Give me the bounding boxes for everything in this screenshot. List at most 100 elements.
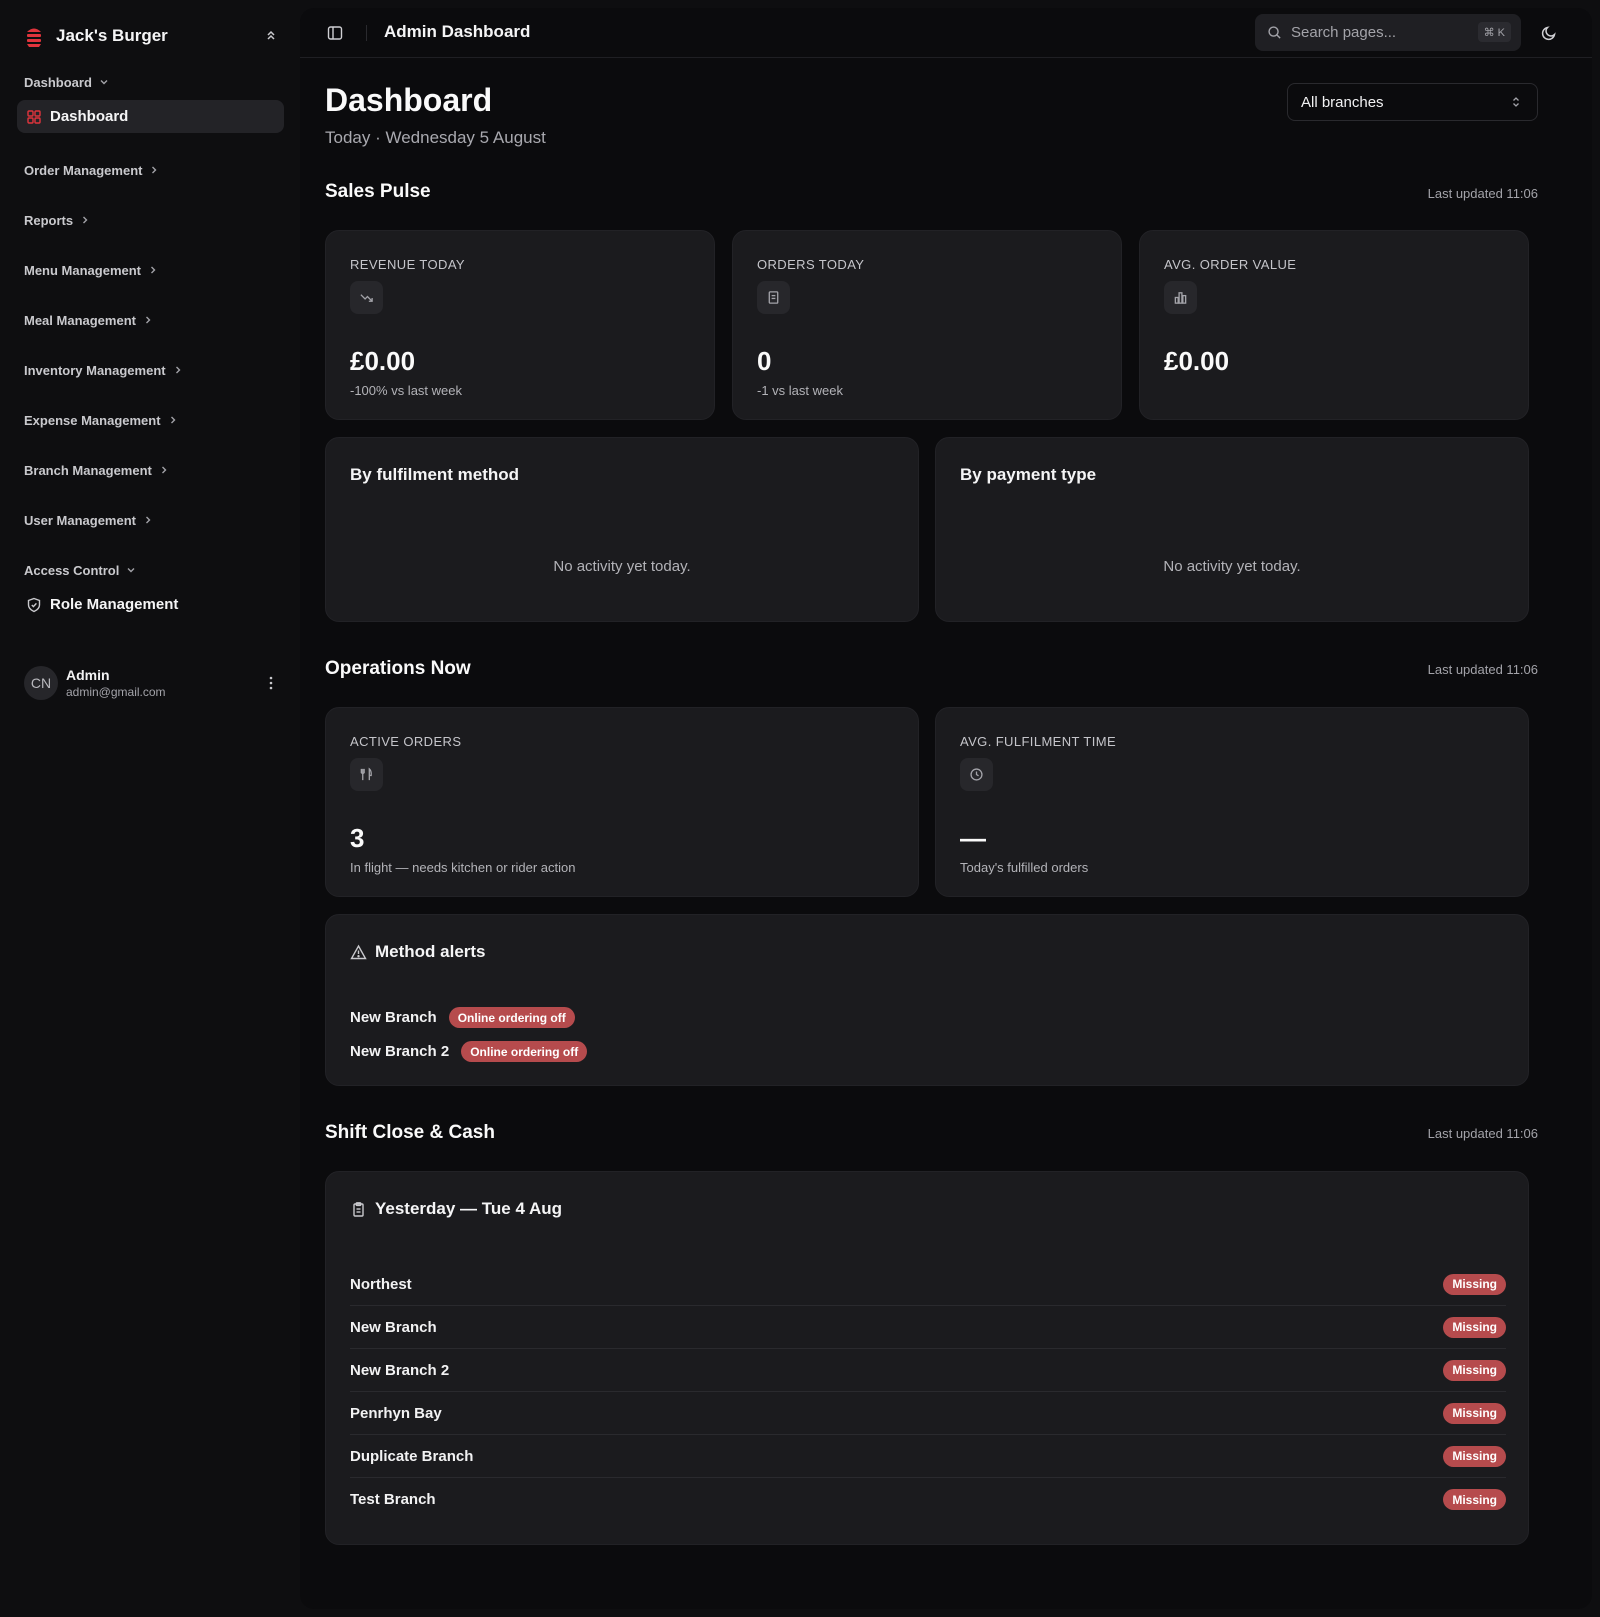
chevron-down-icon	[100, 80, 108, 85]
last-updated: Last updated 11:06	[1427, 186, 1538, 201]
shield-icon	[27, 597, 41, 612]
branch-name: New Branch 2	[350, 1361, 450, 1379]
chevrons-up-icon[interactable]	[263, 28, 279, 44]
brand-name: Jack's Burger	[56, 26, 168, 45]
card-title: By fulfilment method	[350, 465, 520, 484]
stat-icon-box	[960, 758, 993, 791]
user-name: Admin	[66, 667, 110, 683]
stat-card-orders: ORDERS TODAY 0 -1 vs last week	[732, 230, 1122, 420]
status-badge: Missing	[1443, 1402, 1506, 1424]
card-header: Method alerts	[350, 942, 486, 962]
stat-label: AVG. ORDER VALUE	[1164, 257, 1297, 272]
sidebar-item-label: Role Management	[50, 596, 179, 613]
card-title: Yesterday — Tue 4 Aug	[375, 1199, 563, 1218]
nav-group-meal-management[interactable]: Meal Management	[24, 310, 154, 330]
alert-row: New Branch 2 Online ordering off	[350, 1041, 588, 1062]
stat-value: 3	[350, 823, 365, 853]
section-title-sales-pulse: Sales Pulse	[325, 181, 431, 202]
stat-label: REVENUE TODAY	[350, 257, 466, 272]
status-badge: Missing	[1443, 1316, 1506, 1338]
nav-group-access-control[interactable]: Access Control	[24, 560, 137, 580]
stat-label: ORDERS TODAY	[757, 257, 865, 272]
table-row: Test Branch Missing	[350, 1478, 1506, 1521]
chevron-right-icon	[175, 366, 181, 374]
nav-group-branch-management[interactable]: Branch Management	[24, 460, 170, 480]
burger-logo-icon	[27, 28, 41, 47]
chevron-right-icon	[161, 466, 167, 474]
chevron-right-icon	[151, 266, 156, 274]
nav-group-order-management[interactable]: Order Management	[24, 160, 160, 180]
nav-group-user-management[interactable]: User Management	[24, 510, 154, 530]
more-vertical-icon[interactable]	[263, 675, 279, 691]
stat-card-avg-order-value: AVG. ORDER VALUE £0.00	[1139, 230, 1529, 420]
chevron-right-icon	[83, 216, 88, 224]
nav-group-label: Menu Management	[24, 262, 142, 278]
card-title: By payment type	[960, 465, 1097, 484]
nav-group-label: Dashboard	[24, 74, 92, 90]
status-badge: Online ordering off	[448, 1007, 575, 1028]
stat-card-active-orders: ACTIVE ORDERS 3 In flight — needs kitche…	[325, 707, 919, 897]
search-placeholder: Search pages...	[1291, 24, 1397, 41]
nav-group-dashboard[interactable]: Dashboard	[24, 72, 110, 92]
stat-note: In flight — needs kitchen or rider actio…	[350, 860, 576, 875]
sidebar-item-role-management[interactable]: Role Management	[17, 588, 284, 621]
search-shortcut: ⌘ K	[1477, 22, 1511, 42]
branch-select-value: All branches	[1301, 93, 1384, 111]
topbar: Admin Dashboard Search pages... ⌘ K	[300, 8, 1592, 58]
branch-name: New Branch	[350, 1009, 437, 1026]
sidebar-toggle-icon[interactable]	[327, 25, 343, 41]
last-updated: Last updated 11:06	[1427, 1126, 1538, 1141]
topbar-divider	[366, 25, 367, 41]
nav-group-label: Access Control	[24, 562, 120, 578]
nav-group-menu-management[interactable]: Menu Management	[24, 260, 159, 280]
nav-group-label: User Management	[24, 512, 136, 528]
clock-icon	[970, 768, 983, 781]
branch-name: Northest	[350, 1275, 412, 1293]
alert-row: New Branch Online ordering off	[350, 1007, 575, 1028]
nav-group-label: Reports	[24, 212, 74, 228]
search-icon	[1268, 26, 1281, 39]
topbar-title: Admin Dashboard	[384, 22, 531, 41]
stat-icon-box	[350, 281, 383, 314]
table-row: Northest Missing	[350, 1263, 1506, 1306]
chevron-down-icon	[127, 568, 135, 573]
status-badge: Missing	[1443, 1273, 1506, 1295]
nav-group-label: Branch Management	[24, 462, 152, 478]
card-header: Yesterday — Tue 4 Aug	[350, 1199, 562, 1219]
chevron-right-icon	[152, 166, 157, 174]
section-title-operations: Operations Now	[325, 658, 471, 679]
status-badge: Missing	[1443, 1359, 1506, 1381]
last-updated: Last updated 11:06	[1427, 662, 1538, 677]
card-fulfilment-method: By fulfilment method No activity yet tod…	[325, 437, 919, 622]
nav-group-inventory-management[interactable]: Inventory Management	[24, 360, 184, 380]
alert-triangle-icon	[350, 944, 367, 959]
page-title: Dashboard	[325, 82, 493, 118]
page-subtitle: Today · Wednesday 5 August	[325, 128, 546, 147]
table-row: New Branch 2 Missing	[350, 1349, 1506, 1392]
status-badge: Online ordering off	[461, 1041, 588, 1062]
nav-group-label: Expense Management	[24, 412, 161, 428]
search-input[interactable]: Search pages... ⌘ K	[1255, 14, 1521, 51]
nav-group-expense-management[interactable]: Expense Management	[24, 410, 179, 430]
branch-name: New Branch 2	[350, 1043, 450, 1060]
stat-card-fulfilment-time: AVG. FULFILMENT TIME — Today's fulfilled…	[935, 707, 1529, 897]
branch-select[interactable]: All branches	[1287, 83, 1538, 121]
nav-group-reports[interactable]: Reports	[24, 210, 91, 230]
stat-note: Today's fulfilled orders	[960, 860, 1089, 875]
table-row: Duplicate Branch Missing	[350, 1435, 1506, 1478]
branch-name: Test Branch	[350, 1491, 436, 1508]
brand[interactable]: Jack's Burger	[24, 20, 279, 52]
branch-name: New Branch	[350, 1318, 437, 1336]
chevron-right-icon	[170, 416, 176, 424]
stat-icon-box	[1164, 281, 1197, 314]
sidebar-item-label: Dashboard	[50, 108, 129, 125]
empty-message: No activity yet today.	[553, 558, 691, 575]
card-shift-close: Yesterday — Tue 4 Aug Northest Missing N…	[325, 1171, 1529, 1545]
moon-icon[interactable]	[1540, 24, 1558, 42]
user-profile[interactable]: CN Admin admin@gmail.com	[24, 663, 279, 703]
card-method-alerts: Method alerts New Branch Online ordering…	[325, 914, 1529, 1086]
stat-value: 0	[757, 346, 772, 376]
sidebar-item-dashboard[interactable]: Dashboard	[17, 100, 284, 133]
stat-value: £0.00	[1164, 346, 1230, 376]
trending-down-icon	[360, 294, 373, 302]
